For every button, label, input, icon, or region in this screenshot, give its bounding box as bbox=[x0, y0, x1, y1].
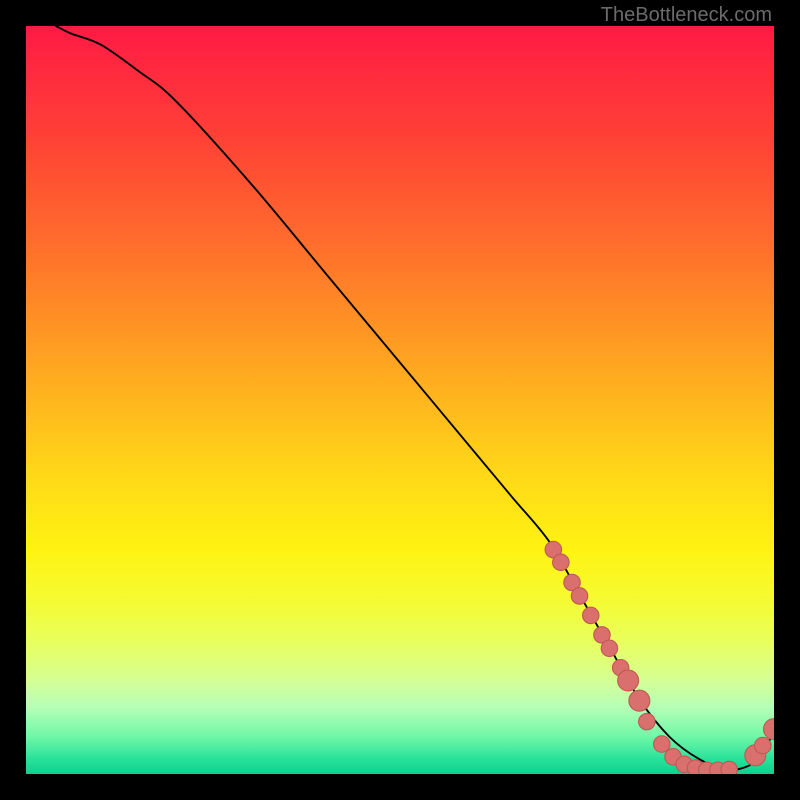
scatter-point bbox=[629, 690, 650, 711]
scatter-point bbox=[571, 588, 587, 604]
chart-svg bbox=[26, 26, 774, 774]
scatter-point bbox=[755, 737, 771, 753]
scatter-point bbox=[618, 670, 639, 691]
chart-area bbox=[26, 26, 774, 774]
scatter-markers bbox=[545, 541, 774, 774]
scatter-point bbox=[553, 554, 569, 570]
watermark-text: TheBottleneck.com bbox=[601, 4, 772, 27]
scatter-point bbox=[721, 761, 737, 774]
scatter-point bbox=[583, 607, 599, 623]
scatter-point bbox=[601, 640, 617, 656]
bottleneck-curve bbox=[56, 26, 774, 770]
scatter-point bbox=[639, 713, 655, 729]
scatter-point bbox=[764, 719, 774, 740]
scatter-point bbox=[654, 736, 670, 752]
